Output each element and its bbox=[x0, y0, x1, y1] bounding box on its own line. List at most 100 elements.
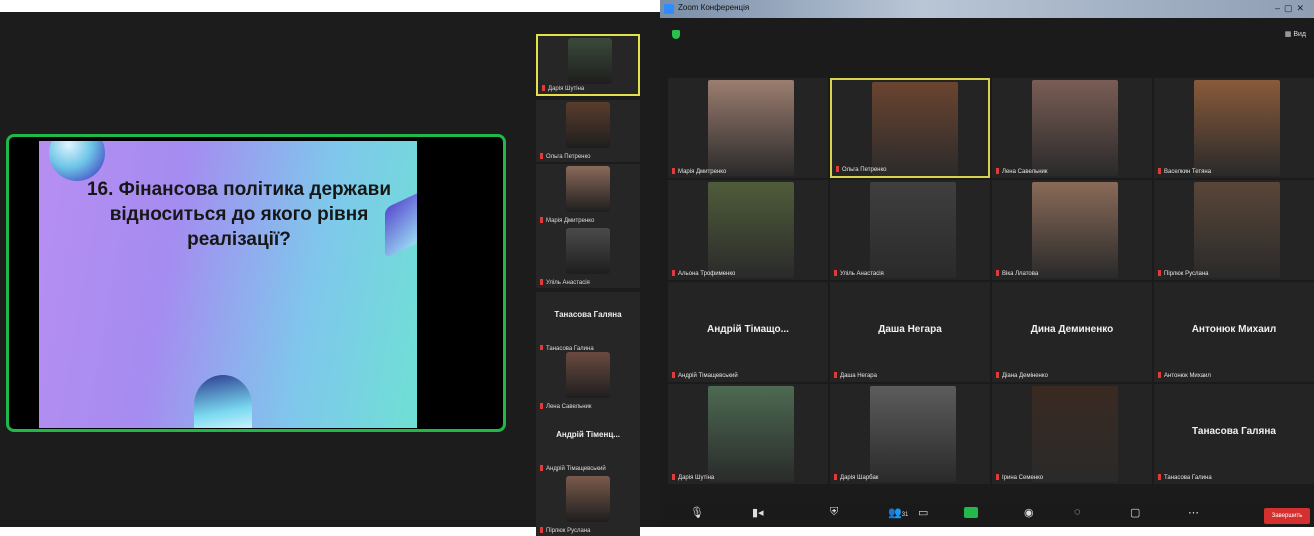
participant-name: Дарія Шарбак bbox=[840, 475, 879, 481]
participant-name-label: Уліль Анастасія bbox=[834, 270, 884, 277]
participant-thumbnail[interactable]: Ольга Петренко bbox=[536, 100, 640, 162]
muted-mic-icon bbox=[672, 372, 675, 378]
encryption-shield-icon[interactable] bbox=[672, 30, 680, 39]
muted-mic-icon bbox=[836, 166, 839, 172]
participants-count: 31 bbox=[901, 512, 909, 518]
zoom-conference-window: Zoom Конференція –▢✕ ▦ Вид 🎙 ▮◂ ⛨ 👥31 ▭ … bbox=[660, 0, 1314, 527]
participant-video-tile[interactable]: Дарія Шутіна bbox=[668, 384, 828, 484]
shared-screen-frame: 16. Фінансова політика держави відносить… bbox=[6, 134, 506, 432]
participant-display-name: Андрій Тіменц... bbox=[556, 430, 620, 439]
participant-name-label: Ольга Петренко bbox=[540, 153, 591, 160]
meeting-toolbar: 🎙 ▮◂ ⛨ 👥31 ▭ ◉ ◌ ▢ ⋯ Завершить bbox=[660, 498, 1314, 527]
participant-name-label: Ольга Петренко bbox=[836, 166, 887, 173]
participant-name-label: Віка Ллатова bbox=[996, 270, 1038, 277]
participant-name: Пірлюк Руслана bbox=[546, 528, 591, 534]
participant-video bbox=[1032, 386, 1118, 482]
participant-name-label: Марія Дмитренко bbox=[672, 168, 726, 175]
participant-name-label: Васелкин Тетяна bbox=[1158, 168, 1211, 175]
end-meeting-button[interactable]: Завершить bbox=[1264, 508, 1310, 524]
share-screen-icon[interactable] bbox=[964, 507, 978, 518]
slide-decoration-sphere bbox=[49, 141, 105, 181]
muted-mic-icon bbox=[834, 474, 837, 480]
participant-video-tile[interactable]: Марія Дмитренко bbox=[668, 78, 828, 178]
muted-mic-icon bbox=[1158, 168, 1161, 174]
view-button[interactable]: ▦ Вид bbox=[1285, 30, 1306, 38]
participant-video-tile[interactable]: Даша Негара Даша Негара bbox=[830, 282, 990, 382]
participant-name-label: Андрій Тімащевський bbox=[540, 465, 606, 472]
video-icon[interactable]: ▮◂ bbox=[752, 506, 764, 519]
participant-thumbnail[interactable]: Танасова Галяна Танасова Галина bbox=[536, 292, 640, 354]
participant-name: Андрій Тімащевський bbox=[546, 466, 606, 472]
participant-name: Марія Дмитренко bbox=[546, 218, 595, 224]
participants-icon[interactable]: 👥31 bbox=[888, 506, 908, 519]
muted-mic-icon bbox=[996, 474, 999, 480]
muted-mic-icon bbox=[834, 270, 837, 276]
participant-video-tile[interactable]: Антонюк Михаил Антонюк Михаил bbox=[1154, 282, 1314, 382]
muted-mic-icon bbox=[540, 279, 543, 285]
participant-thumbnail[interactable]: Лена Савельник bbox=[536, 350, 640, 412]
reactions-icon[interactable]: ◌ bbox=[1074, 506, 1081, 518]
participant-video-tile[interactable]: Васелкин Тетяна bbox=[1154, 78, 1314, 178]
participant-video-tile[interactable]: Віка Ллатова bbox=[992, 180, 1152, 280]
participant-display-name: Танасова Галяна bbox=[1192, 426, 1276, 437]
participant-video-tile[interactable]: Лена Савельник bbox=[992, 78, 1152, 178]
participant-video-tile[interactable]: Танасова Галяна Танасова Галина bbox=[1154, 384, 1314, 484]
muted-mic-icon bbox=[1158, 372, 1161, 378]
muted-mic-icon bbox=[1158, 474, 1161, 480]
participant-thumbnail[interactable]: Андрій Тіменц... Андрій Тімащевський bbox=[536, 412, 640, 474]
participant-name-label: Ірина Семенко bbox=[996, 474, 1043, 481]
participant-video bbox=[870, 386, 956, 482]
security-icon[interactable]: ⛨ bbox=[830, 506, 838, 519]
participant-video-tile[interactable]: Андрій Тімащо... Андрій Тімащевський bbox=[668, 282, 828, 382]
participant-name: Альона Трофименко bbox=[678, 271, 736, 277]
muted-mic-icon bbox=[834, 372, 837, 378]
muted-mic-icon bbox=[540, 465, 543, 471]
participant-video bbox=[566, 228, 610, 274]
participant-video bbox=[708, 386, 794, 482]
participant-name: Уліль Анастасія bbox=[546, 280, 590, 286]
participant-video-tile[interactable]: Ірина Семенко bbox=[992, 384, 1152, 484]
apps-icon[interactable]: ▢ bbox=[1130, 506, 1140, 519]
participant-thumbnail[interactable]: Уліль Анастасія bbox=[536, 226, 640, 288]
more-icon[interactable]: ⋯ bbox=[1188, 506, 1199, 519]
participant-video bbox=[1194, 182, 1280, 278]
participant-video bbox=[566, 352, 610, 398]
participant-name-label: Дарія Шарбак bbox=[834, 474, 878, 481]
participant-name: Уліль Анастасія bbox=[840, 271, 884, 277]
muted-mic-icon bbox=[540, 527, 543, 533]
participant-display-name: Антонюк Михаил bbox=[1191, 324, 1277, 335]
participant-name-label: Лена Савельник bbox=[996, 168, 1048, 175]
participant-name-label: Андрій Тімащевський bbox=[672, 372, 738, 379]
muted-mic-icon bbox=[672, 270, 675, 276]
participant-thumbnail-strip[interactable]: Дарія Шутіна Ольга Петренко Марія Дмитренк… bbox=[532, 30, 642, 536]
participant-name-label: Лена Савельник bbox=[540, 403, 592, 410]
participant-name: Даша Негара bbox=[840, 373, 877, 379]
participant-name: Ольга Петренко bbox=[546, 154, 591, 160]
participant-video bbox=[1032, 80, 1118, 176]
muted-mic-icon bbox=[540, 403, 543, 409]
participant-video-tile[interactable]: Уліль Анастасія bbox=[830, 180, 990, 280]
muted-mic-icon bbox=[540, 153, 543, 159]
participant-thumbnail[interactable]: Марія Дмитренко bbox=[536, 164, 640, 226]
participant-video-tile[interactable]: Дина Деминенко Діана Деміненко bbox=[992, 282, 1152, 382]
slide-title: 16. Фінансова політика держави відносить… bbox=[86, 179, 392, 250]
participant-video bbox=[708, 182, 794, 278]
window-titlebar[interactable]: Zoom Конференція –▢✕ bbox=[660, 0, 1314, 18]
microphone-icon[interactable]: 🎙 bbox=[690, 506, 704, 519]
participant-video-tile[interactable]: Ольга Петренко bbox=[830, 78, 990, 178]
participant-video-tile[interactable]: Пірлюк Руслана bbox=[1154, 180, 1314, 280]
participant-name: Дарія Шутіна bbox=[678, 475, 715, 481]
window-controls[interactable]: –▢✕ bbox=[1275, 3, 1308, 14]
participant-video bbox=[566, 476, 610, 522]
record-icon[interactable]: ◉ bbox=[1024, 506, 1034, 519]
participant-video-tile[interactable]: Дарія Шарбак bbox=[830, 384, 990, 484]
participant-video-tile[interactable]: Альона Трофименко bbox=[668, 180, 828, 280]
participant-name: Віка Ллатова bbox=[1002, 271, 1039, 277]
participant-name: Пірлюк Руслана bbox=[1164, 271, 1209, 277]
participant-name-label: Танасова Галина bbox=[1158, 474, 1212, 481]
chat-icon[interactable]: ▭ bbox=[918, 506, 928, 519]
participant-name: Васелкин Тетяна bbox=[1164, 169, 1212, 175]
muted-mic-icon bbox=[996, 372, 999, 378]
participant-thumbnail[interactable]: Дарія Шутіна bbox=[536, 34, 640, 96]
participant-video bbox=[566, 166, 610, 212]
